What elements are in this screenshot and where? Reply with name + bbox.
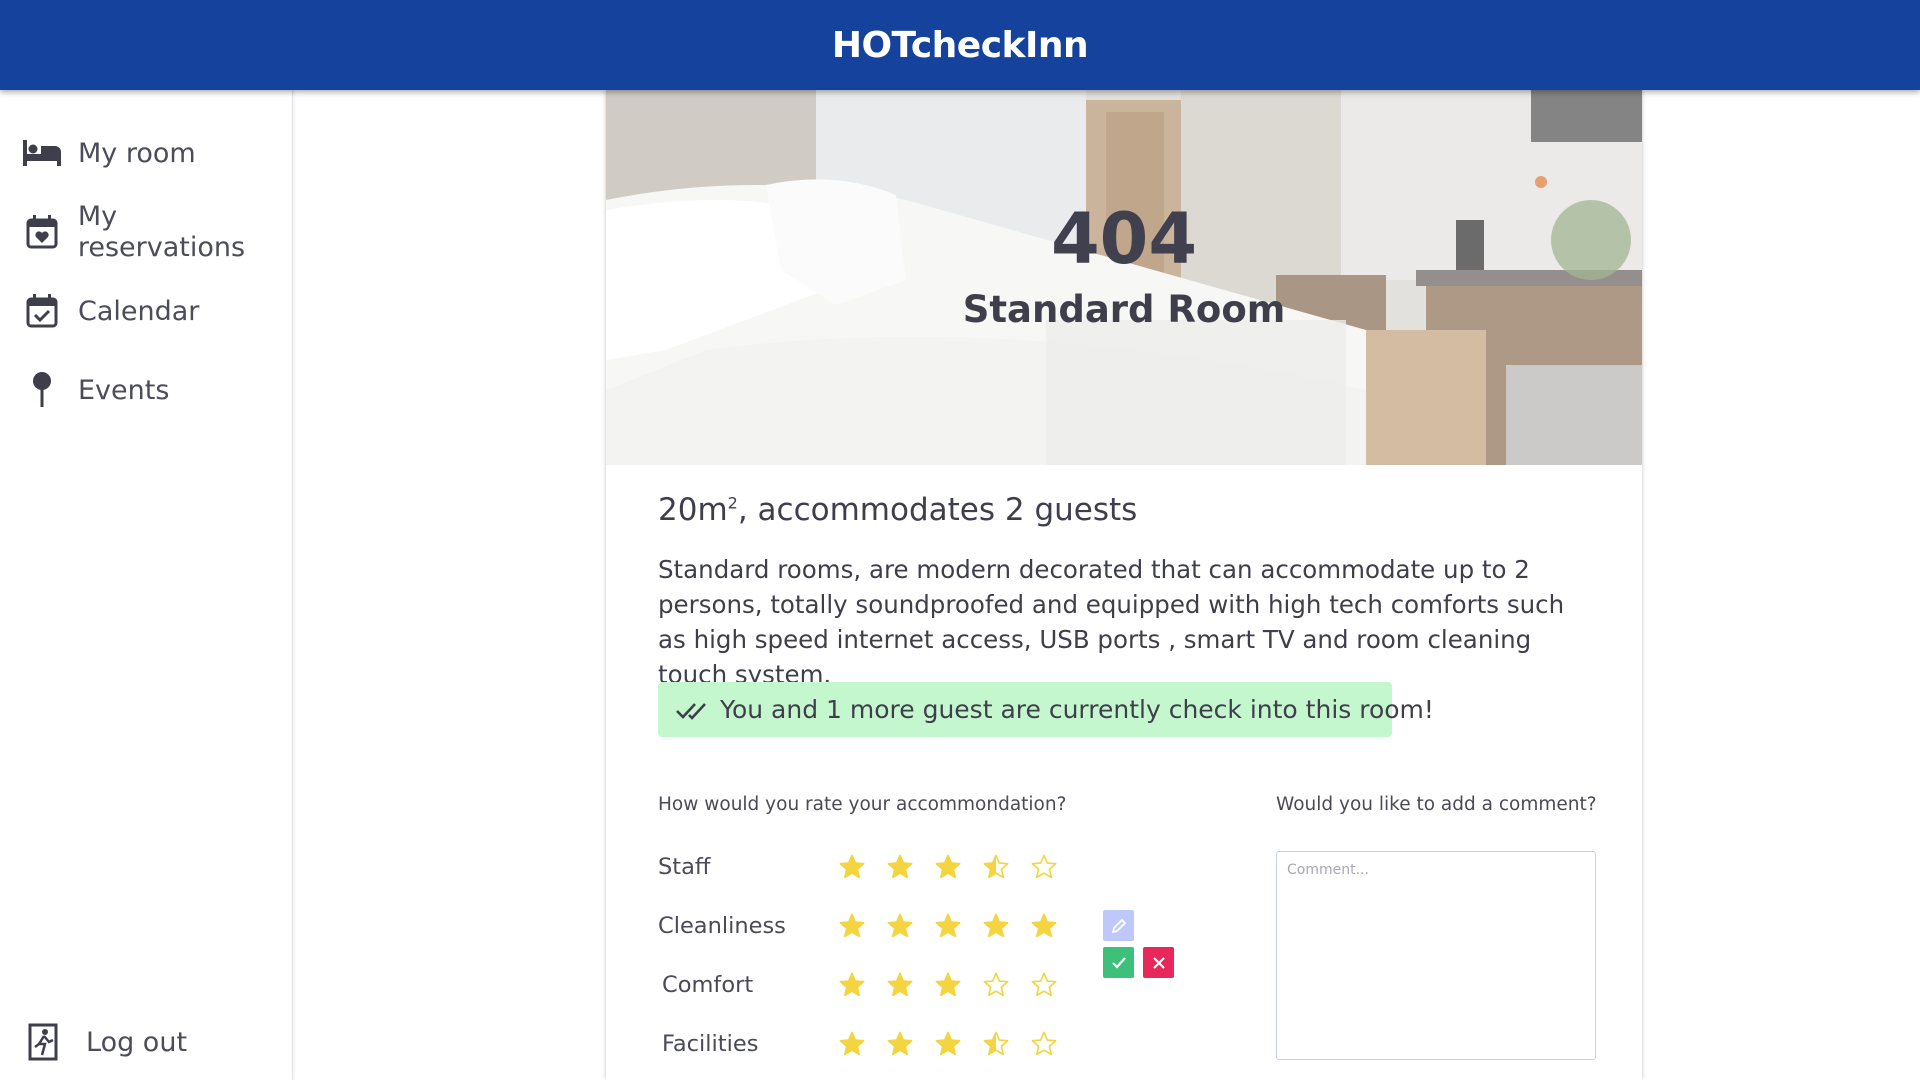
bed-icon bbox=[22, 133, 62, 173]
logout-button[interactable]: Log out bbox=[24, 1017, 187, 1067]
confirm-rating-button[interactable] bbox=[1103, 947, 1134, 978]
pencil-icon bbox=[1111, 918, 1126, 933]
star-empty-icon[interactable] bbox=[1020, 847, 1068, 887]
star-rating[interactable] bbox=[828, 1024, 1068, 1064]
star-rating[interactable] bbox=[828, 965, 1068, 1005]
logout-label: Log out bbox=[86, 1026, 188, 1058]
room-description: Standard rooms, are modern decorated tha… bbox=[658, 555, 1565, 689]
room-size-unit-exponent: 2 bbox=[727, 493, 738, 513]
rating-label: Comfort bbox=[662, 972, 754, 998]
star-empty-icon[interactable] bbox=[1020, 1024, 1068, 1064]
star-full-icon[interactable] bbox=[924, 847, 972, 887]
room-card: 404 Standard Room 20m2, accommodates 2 g… bbox=[606, 90, 1642, 1080]
room-photo: 404 Standard Room bbox=[606, 90, 1642, 465]
star-full-icon[interactable] bbox=[828, 965, 876, 1005]
comment-question: Would you like to add a comment? bbox=[1276, 794, 1597, 815]
double-check-icon bbox=[676, 694, 706, 726]
pin-icon bbox=[22, 370, 62, 410]
rating-row-comfort: Comfort bbox=[658, 965, 1068, 1005]
rating-row-facilities: Facilities bbox=[658, 1024, 1068, 1064]
rating-row-staff: Staff bbox=[658, 847, 1068, 887]
room-number: 404 bbox=[1050, 198, 1198, 280]
exit-icon bbox=[24, 1022, 64, 1062]
comment-input[interactable] bbox=[1276, 851, 1596, 1060]
star-half-icon[interactable] bbox=[972, 847, 1020, 887]
room-size: 20m2, accommodates 2 guests bbox=[658, 492, 1137, 528]
sidebar-item-label: My reservations bbox=[77, 201, 246, 263]
star-full-icon[interactable] bbox=[828, 847, 876, 887]
calendar-check-icon bbox=[22, 291, 62, 331]
app-title: HOTcheckInn bbox=[831, 24, 1089, 66]
room-type: Standard Room bbox=[962, 288, 1286, 331]
rating-row-cleanliness: Cleanliness bbox=[658, 906, 1068, 946]
checkin-status-text: You and 1 more guest are currently check… bbox=[720, 695, 1434, 724]
sidebar-item-calendar[interactable]: Calendar bbox=[22, 286, 199, 336]
sidebar-item-label: Events bbox=[78, 374, 170, 406]
checkin-status-banner: You and 1 more guest are currently check… bbox=[658, 682, 1434, 737]
star-full-icon[interactable] bbox=[828, 1024, 876, 1064]
sidebar-item-label: My room bbox=[78, 137, 196, 169]
app-header: HOTcheckInn bbox=[0, 0, 1920, 90]
star-full-icon[interactable] bbox=[972, 906, 1020, 946]
sidebar-item-events[interactable]: Events bbox=[22, 365, 169, 415]
star-half-icon[interactable] bbox=[972, 1024, 1020, 1064]
room-size-value: 20m bbox=[658, 492, 728, 528]
star-full-icon[interactable] bbox=[876, 1024, 924, 1064]
sidebar-item-my-room[interactable]: My room bbox=[22, 128, 196, 178]
rating-question: How would you rate your accommondation? bbox=[658, 794, 1067, 815]
rating-label: Staff bbox=[658, 854, 711, 880]
star-full-icon[interactable] bbox=[828, 906, 876, 946]
check-icon bbox=[1111, 956, 1126, 969]
star-full-icon[interactable] bbox=[876, 847, 924, 887]
star-empty-icon[interactable] bbox=[972, 965, 1020, 1005]
rating-label: Facilities bbox=[662, 1031, 759, 1057]
sidebar: My room My reservations Calendar Events … bbox=[0, 90, 293, 1080]
star-full-icon[interactable] bbox=[876, 965, 924, 1005]
room-capacity: , accommodates 2 guests bbox=[737, 492, 1138, 528]
close-icon bbox=[1152, 956, 1165, 969]
calendar-heart-icon bbox=[22, 212, 62, 252]
sidebar-item-label: Calendar bbox=[78, 295, 200, 327]
star-full-icon[interactable] bbox=[924, 965, 972, 1005]
cancel-rating-button[interactable] bbox=[1143, 947, 1174, 978]
star-full-icon[interactable] bbox=[924, 906, 972, 946]
star-full-icon[interactable] bbox=[876, 906, 924, 946]
star-empty-icon[interactable] bbox=[1020, 965, 1068, 1005]
star-full-icon[interactable] bbox=[1020, 906, 1068, 946]
star-rating[interactable] bbox=[828, 847, 1068, 887]
rating-label: Cleanliness bbox=[658, 913, 786, 939]
edit-rating-button[interactable] bbox=[1103, 910, 1134, 941]
star-rating[interactable] bbox=[828, 906, 1068, 946]
star-full-icon[interactable] bbox=[924, 1024, 972, 1064]
sidebar-item-my-reservations[interactable]: My reservations bbox=[22, 201, 292, 263]
